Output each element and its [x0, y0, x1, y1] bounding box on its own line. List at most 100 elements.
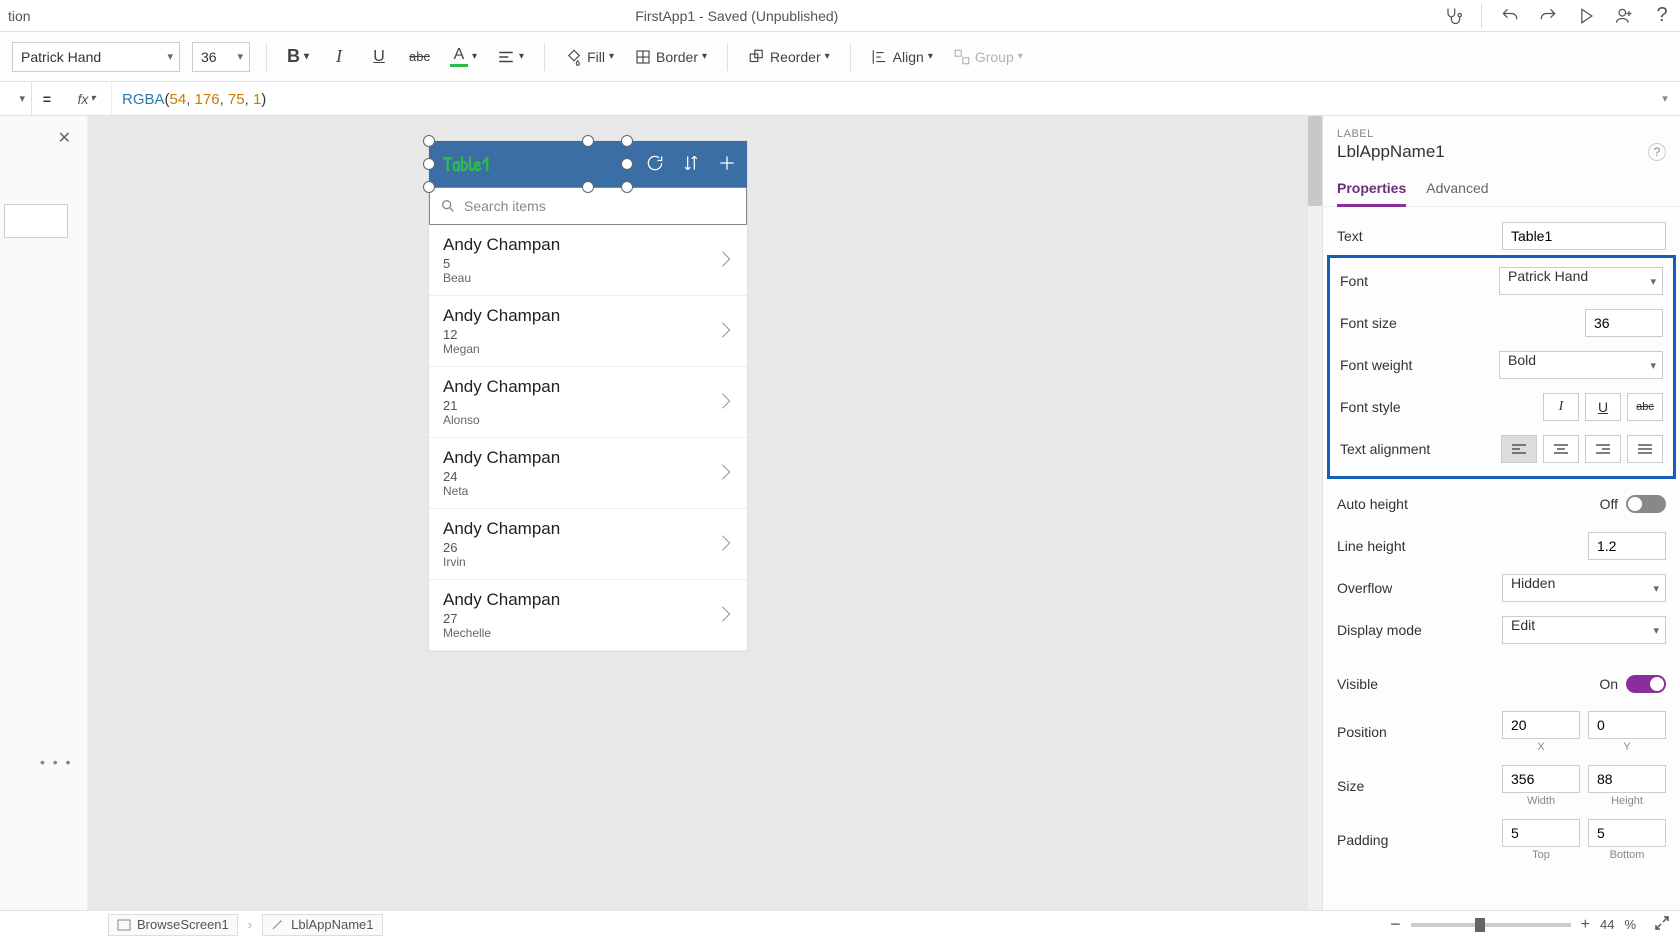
font-select[interactable]: Patrick Hand▾ — [1499, 267, 1663, 295]
list-item[interactable]: Andy Champan 24 Neta — [429, 438, 747, 509]
more-icon[interactable]: • • • — [40, 754, 72, 770]
fontsize-input[interactable] — [1585, 309, 1663, 337]
app-title-label[interactable]: Table1 — [443, 151, 489, 178]
help-icon[interactable]: ? — [1648, 143, 1666, 161]
equals-sign: = — [32, 91, 62, 107]
item-number: 12 — [443, 327, 560, 342]
fx-label[interactable]: fx▾ — [62, 82, 112, 115]
fill-button[interactable]: Fill▾ — [561, 42, 618, 72]
align-button[interactable]: Align▾ — [867, 42, 937, 72]
selection-handle[interactable] — [582, 181, 594, 193]
help-icon[interactable]: ? — [1652, 6, 1672, 26]
divider — [727, 43, 728, 71]
size-w-input[interactable] — [1502, 765, 1580, 793]
position-y-input[interactable] — [1588, 711, 1666, 739]
strike-toggle[interactable]: abc — [1627, 393, 1663, 421]
undo-icon[interactable] — [1500, 6, 1520, 26]
breadcrumb-screen[interactable]: BrowseScreen1 — [108, 914, 238, 936]
underline-toggle[interactable]: U — [1585, 393, 1621, 421]
chevron-right-icon[interactable] — [719, 248, 733, 273]
breadcrumb-control[interactable]: LblAppName1 — [262, 914, 382, 936]
divider — [266, 43, 267, 71]
phone-preview: Table1 Search items Andy Champan 5 Beau … — [428, 140, 748, 652]
selection-handle[interactable] — [423, 135, 435, 147]
item-name: Andy Champan — [443, 590, 560, 610]
fontcolor-button[interactable]: A▾ — [446, 42, 481, 72]
italic-toggle[interactable]: I — [1543, 393, 1579, 421]
lineheight-input[interactable] — [1588, 532, 1666, 560]
autoheight-toggle[interactable] — [1626, 495, 1666, 513]
chevron-right-icon[interactable] — [719, 603, 733, 628]
ribbon-toolbar: Patrick Hand▾ 36▾ B▾ I U abc A▾ ▾ Fill▾ … — [0, 32, 1680, 82]
position-x-input[interactable] — [1502, 711, 1580, 739]
sort-icon[interactable] — [681, 153, 701, 176]
displaymode-select[interactable]: Edit▾ — [1502, 616, 1666, 644]
canvas[interactable]: Table1 Search items Andy Champan 5 Beau … — [88, 116, 1322, 910]
list-item[interactable]: Andy Champan 21 Alonso — [429, 367, 747, 438]
padding-bottom-input[interactable] — [1588, 819, 1666, 847]
tab-properties[interactable]: Properties — [1337, 174, 1406, 207]
align-left-button[interactable] — [1501, 435, 1537, 463]
play-icon[interactable] — [1576, 6, 1596, 26]
border-button[interactable]: Border▾ — [630, 42, 711, 72]
selection-handle[interactable] — [621, 158, 633, 170]
item-number: 24 — [443, 469, 560, 484]
padding-top-input[interactable] — [1502, 819, 1580, 847]
text-input[interactable] — [1502, 222, 1666, 250]
textalign-button[interactable]: ▾ — [493, 42, 528, 72]
selection-handle[interactable] — [621, 135, 633, 147]
add-icon[interactable] — [717, 153, 737, 176]
fontweight-select[interactable]: Bold▾ — [1499, 351, 1663, 379]
scrollbar[interactable] — [1308, 116, 1322, 910]
tab-advanced[interactable]: Advanced — [1426, 174, 1488, 206]
redo-icon[interactable] — [1538, 6, 1558, 26]
align-right-button[interactable] — [1585, 435, 1621, 463]
italic-button[interactable]: I — [325, 42, 353, 72]
list-item[interactable]: Andy Champan 5 Beau — [429, 225, 747, 296]
font-combo[interactable]: Patrick Hand▾ — [12, 42, 180, 72]
zoom-value: 44 — [1600, 917, 1614, 932]
visible-label: Visible — [1337, 676, 1378, 692]
expand-formula-icon[interactable]: ▾ — [1650, 92, 1680, 105]
fontsize-combo[interactable]: 36▾ — [192, 42, 250, 72]
item-number: 27 — [443, 611, 560, 626]
group-button: Group▾ — [949, 42, 1027, 72]
selection-handle[interactable] — [423, 181, 435, 193]
highlight-box: Font Patrick Hand▾ Font size Font weight… — [1327, 255, 1676, 479]
bold-button[interactable]: B▾ — [283, 42, 313, 72]
fullscreen-icon[interactable] — [1654, 915, 1670, 934]
visible-toggle[interactable] — [1626, 675, 1666, 693]
overflow-select[interactable]: Hidden▾ — [1502, 574, 1666, 602]
app-header[interactable]: Table1 — [429, 141, 747, 187]
size-h-input[interactable] — [1588, 765, 1666, 793]
share-icon[interactable] — [1614, 6, 1634, 26]
underline-button[interactable]: U — [365, 42, 393, 72]
reorder-button[interactable]: Reorder▾ — [744, 42, 834, 72]
zoom-slider[interactable] — [1411, 923, 1571, 927]
zoom-out-icon[interactable]: − — [1390, 914, 1401, 935]
strike-button[interactable]: abc — [405, 42, 434, 72]
chevron-right-icon[interactable] — [719, 319, 733, 344]
visible-value: On — [1599, 676, 1618, 692]
align-justify-button[interactable] — [1627, 435, 1663, 463]
textalign-label: Text alignment — [1340, 441, 1430, 457]
formula-input[interactable]: RGBA(54, 176, 75, 1) — [112, 90, 1650, 108]
chevron-right-icon[interactable] — [719, 461, 733, 486]
selection-handle[interactable] — [423, 158, 435, 170]
list-item[interactable]: Andy Champan 12 Megan — [429, 296, 747, 367]
close-icon[interactable]: ✕ — [58, 128, 71, 148]
item-name: Andy Champan — [443, 306, 560, 326]
stethoscope-icon[interactable] — [1443, 6, 1463, 26]
chevron-right-icon[interactable] — [719, 532, 733, 557]
refresh-icon[interactable] — [645, 153, 665, 176]
selection-handle[interactable] — [582, 135, 594, 147]
list-item[interactable]: Andy Champan 26 Irvin — [429, 509, 747, 580]
property-selector[interactable]: ▾ — [0, 82, 32, 115]
tree-input[interactable] — [4, 204, 68, 238]
zoom-in-icon[interactable]: + — [1581, 916, 1590, 934]
chevron-right-icon[interactable] — [719, 390, 733, 415]
selection-handle[interactable] — [621, 181, 633, 193]
zoom-pct: % — [1624, 917, 1636, 932]
list-item[interactable]: Andy Champan 27 Mechelle — [429, 580, 747, 651]
align-center-button[interactable] — [1543, 435, 1579, 463]
